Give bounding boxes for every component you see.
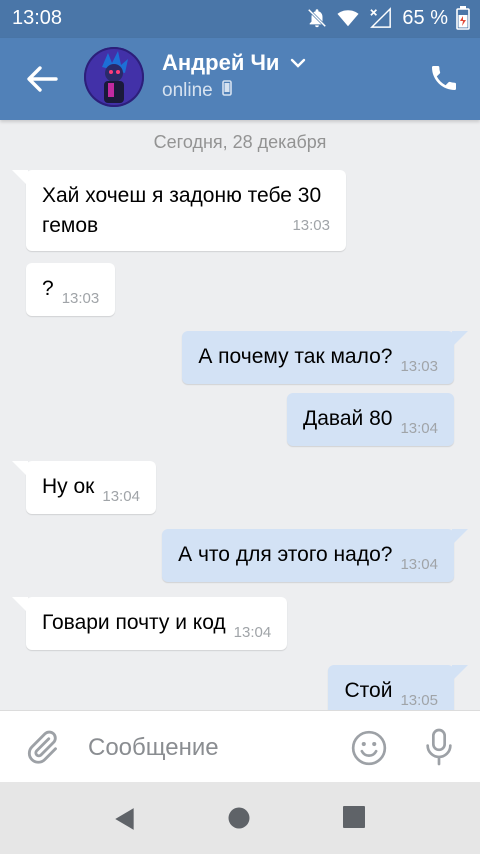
message-text: Говари почту и код bbox=[42, 611, 226, 634]
chevron-down-icon[interactable] bbox=[290, 58, 306, 68]
status-bar: 13:08 65 % bbox=[0, 0, 480, 38]
message-bubble-outgoing[interactable]: А почему так мало? 13:03 bbox=[182, 331, 468, 384]
chat-header: Андрей Чи online bbox=[0, 38, 480, 120]
message-time: 13:03 bbox=[61, 290, 100, 307]
message-time: 13:03 bbox=[400, 358, 438, 375]
message-text: Стой bbox=[344, 679, 393, 702]
message-bubble-incoming[interactable]: ? 13:03 bbox=[26, 263, 116, 316]
avatar-image bbox=[84, 47, 144, 107]
muted-bell-icon bbox=[308, 8, 327, 28]
message-bubble-outgoing[interactable]: А что для этого надо? 13:04 bbox=[162, 529, 468, 582]
message-time: 13:04 bbox=[233, 624, 272, 641]
message-input[interactable] bbox=[86, 729, 330, 767]
contact-status: online bbox=[162, 80, 232, 102]
arrow-left-icon[interactable] bbox=[22, 62, 62, 96]
message-bubble-incoming[interactable]: Ну ок 13:04 bbox=[12, 461, 156, 514]
paperclip-icon[interactable] bbox=[24, 729, 60, 765]
message-bubble-incoming[interactable]: Говари почту и код 13:04 bbox=[12, 597, 288, 650]
message-time: 13:04 bbox=[400, 420, 438, 437]
date-separator: Сегодня, 28 декабря bbox=[153, 132, 327, 152]
message-text: ? bbox=[42, 277, 54, 300]
message-time: 13:03 bbox=[292, 217, 330, 234]
message-text: А почему так мало? bbox=[198, 345, 393, 368]
message-bubble-outgoing[interactable]: Стой 13:05 bbox=[328, 665, 468, 710]
battery-percent: 65 % bbox=[402, 6, 448, 29]
smiley-icon[interactable] bbox=[350, 729, 388, 767]
message-text: Давай 80 bbox=[303, 407, 393, 430]
message-bubble-outgoing[interactable]: Давай 80 13:04 bbox=[287, 393, 454, 446]
message-bubble-incoming[interactable]: Хай хочеш я задоню тебе 30 гемов 13:03 bbox=[12, 170, 346, 251]
no-signal-icon bbox=[370, 7, 392, 28]
nav-recents-icon[interactable] bbox=[343, 806, 365, 828]
contact-name[interactable]: Андрей Чи bbox=[162, 50, 279, 76]
message-text: Ну ок bbox=[42, 475, 95, 498]
avatar[interactable] bbox=[84, 47, 144, 107]
message-time: 13:04 bbox=[102, 488, 140, 505]
message-time: 13:04 bbox=[400, 556, 438, 573]
nav-back-icon[interactable] bbox=[112, 806, 138, 832]
chat-area[interactable]: Сегодня, 28 декабря Хай хочеш я задоню т… bbox=[0, 120, 480, 710]
nav-home-icon[interactable] bbox=[227, 806, 251, 830]
phone-device-icon bbox=[222, 80, 232, 96]
status-icons: 65 % bbox=[306, 6, 470, 30]
wifi-icon bbox=[337, 10, 359, 27]
microphone-icon[interactable] bbox=[422, 727, 456, 767]
battery-icon bbox=[456, 6, 470, 30]
system-navigation-bar bbox=[0, 782, 480, 854]
message-time: 13:05 bbox=[400, 692, 438, 709]
message-text: А что для этого надо? bbox=[178, 543, 393, 566]
message-text: Хай хочеш я задоню тебе 30 гемов bbox=[42, 184, 322, 237]
phone-icon[interactable] bbox=[428, 62, 460, 94]
status-time: 13:08 bbox=[12, 7, 63, 29]
contact-status-text: online bbox=[162, 80, 213, 101]
message-composer bbox=[0, 710, 480, 783]
